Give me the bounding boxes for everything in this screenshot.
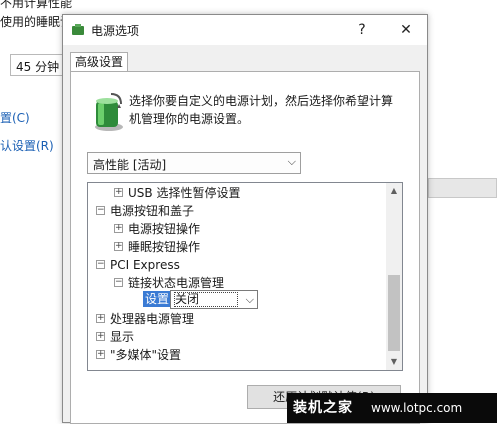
collapse-icon[interactable]: − (96, 206, 105, 215)
power-plan-value: 高性能 [活动] (93, 158, 167, 172)
power-options-icon (72, 24, 84, 35)
close-button[interactable]: ✕ (393, 19, 419, 41)
advanced-settings-panel: 选择你要自定义的电源计划，然后选择你希望计算机管理你的电源设置。 高性能 [活动… (70, 71, 420, 424)
expand-icon[interactable]: + (96, 350, 105, 359)
title-bar: 电源选项 ? ✕ (63, 15, 427, 45)
expand-icon[interactable]: + (96, 314, 105, 323)
dialog-title: 电源选项 (91, 24, 140, 38)
tree-scrollbar[interactable]: ▲ ▼ (386, 183, 402, 370)
scroll-up-arrow-icon[interactable]: ▲ (386, 183, 402, 199)
settings-tree[interactable]: + USB 选择性暂停设置 − 电源按钮和盖子 + 电源按钮操作 + 睡眠按钮操… (87, 182, 403, 371)
collapse-icon[interactable]: − (96, 260, 105, 269)
expand-icon[interactable]: + (114, 242, 123, 251)
scroll-down-arrow-icon[interactable]: ▼ (386, 354, 402, 370)
setting-value-select[interactable]: 关闭 ⌵ (170, 290, 258, 309)
watermark-banner: 装机之家 www.lotpc.com (287, 393, 497, 423)
tab-advanced-settings[interactable]: 高级设置 (70, 52, 128, 72)
battery-icon (95, 93, 123, 131)
expand-icon[interactable]: + (114, 188, 123, 197)
watermark-brand: 装机之家 (293, 400, 353, 416)
bg-text-line1: 不用计算性能 (0, 0, 73, 10)
watermark-url: www.lotpc.com (371, 401, 463, 415)
power-plan-select[interactable]: 高性能 [活动] ⌵ (87, 152, 301, 174)
expand-icon[interactable]: + (96, 332, 105, 341)
help-button[interactable]: ? (349, 19, 375, 41)
chevron-down-icon: ⌵ (245, 293, 254, 306)
bg-link-1[interactable]: 置(C) (0, 109, 30, 126)
bg-sleep-select[interactable]: 45 分钟 (10, 54, 70, 76)
scroll-thumb[interactable] (388, 275, 400, 351)
bg-edge-box (428, 178, 497, 198)
collapse-icon[interactable]: − (114, 278, 123, 287)
bg-link-2[interactable]: 认设置(R) (0, 137, 54, 154)
power-options-dialog: 电源选项 ? ✕ 高级设置 选择你要自定义的电源计划，然后选择你希望计算机管理你… (62, 14, 428, 424)
dialog-description: 选择你要自定义的电源计划，然后选择你希望计算机管理你的电源设置。 (129, 94, 394, 126)
expand-icon[interactable]: + (114, 224, 123, 233)
chevron-down-icon: ⌵ (287, 155, 296, 168)
setting-value: 关闭 (174, 292, 238, 307)
